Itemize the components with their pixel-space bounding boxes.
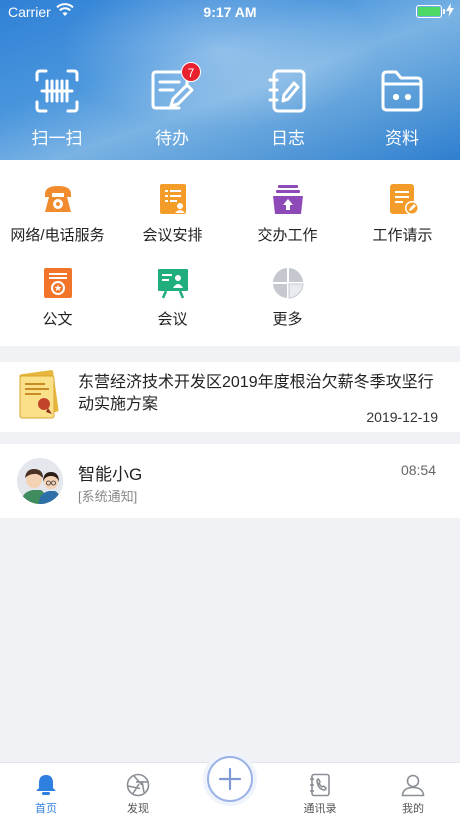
service-meeting-schedule[interactable]: 会议安排	[115, 182, 230, 245]
quick-action-todo[interactable]: 7 待办	[137, 62, 207, 149]
service-document[interactable]: 公文	[0, 266, 115, 329]
message-sender: 智能小G	[78, 465, 143, 484]
aperture-icon	[125, 773, 151, 797]
quick-action-label: 扫一扫	[31, 129, 83, 148]
quick-action-journal[interactable]: 日志	[253, 68, 323, 149]
service-network-phone[interactable]: 网络/电话服务	[0, 182, 115, 245]
todo-count-badge: 7	[181, 62, 201, 82]
meeting-icon	[156, 266, 190, 300]
quick-action-label: 日志	[271, 129, 305, 148]
battery-icon	[416, 5, 445, 18]
service-label: 会议	[157, 311, 188, 328]
tab-label: 通讯录	[303, 803, 337, 815]
message-type: [系统通知]	[78, 489, 138, 504]
service-work-request[interactable]: 工作请示	[345, 182, 460, 245]
clock: 9:17 AM	[203, 4, 257, 20]
tab-discover[interactable]: 发现	[108, 773, 168, 816]
service-meeting[interactable]: 会议	[115, 266, 230, 329]
notice-date: 2019-12-19	[366, 409, 438, 425]
quick-action-label: 待办	[155, 129, 189, 148]
meeting-schedule-icon	[156, 182, 190, 216]
message-time: 08:54	[400, 462, 436, 478]
tab-label: 我的	[402, 803, 424, 815]
contacts-icon	[307, 773, 333, 797]
assign-work-icon	[271, 182, 305, 216]
folder-icon	[379, 68, 425, 114]
quick-action-label: 资料	[385, 129, 419, 148]
service-assign-work[interactable]: 交办工作	[230, 182, 345, 245]
scan-icon	[34, 68, 80, 114]
more-icon	[271, 266, 305, 300]
service-label: 会议安排	[142, 227, 203, 244]
tab-contacts[interactable]: 通讯录	[290, 773, 350, 816]
service-more[interactable]: 更多	[230, 266, 345, 329]
work-request-icon	[386, 182, 420, 216]
service-label: 工作请示	[372, 227, 433, 244]
header-banner: Carrier 9:17 AM 扫一扫 7 待办 日志 资料	[0, 0, 460, 160]
tab-profile[interactable]: 我的	[383, 773, 443, 816]
status-bar: Carrier 9:17 AM	[0, 0, 460, 24]
notice-document-icon	[16, 370, 60, 420]
add-button[interactable]	[207, 756, 253, 802]
service-label: 网络/电话服务	[10, 227, 105, 244]
todo-icon: 7	[149, 62, 201, 114]
journal-icon	[265, 68, 311, 114]
service-label: 交办工作	[257, 227, 318, 244]
plus-icon	[218, 767, 242, 791]
bell-icon	[33, 773, 59, 797]
tab-home[interactable]: 首页	[16, 773, 76, 816]
avatar	[17, 458, 63, 504]
user-icon	[400, 773, 426, 797]
tab-label: 首页	[35, 803, 57, 815]
service-label: 更多	[272, 311, 303, 328]
message-item[interactable]: 智能小G 08:54 [系统通知]	[0, 444, 460, 518]
service-grid: 网络/电话服务 会议安排 交办工作 工作请示 公文 会议 更多	[0, 160, 460, 346]
document-icon	[41, 266, 75, 300]
tab-label: 发现	[127, 803, 149, 815]
charging-icon	[446, 3, 454, 20]
notice-item[interactable]: 东营经济技术开发区2019年度根治欠薪冬季攻坚行动实施方案 2019-12-19	[0, 362, 460, 432]
quick-action-files[interactable]: 资料	[367, 68, 437, 149]
quick-action-scan[interactable]: 扫一扫	[22, 68, 92, 149]
phone-icon	[41, 182, 75, 216]
service-label: 公文	[42, 311, 73, 328]
